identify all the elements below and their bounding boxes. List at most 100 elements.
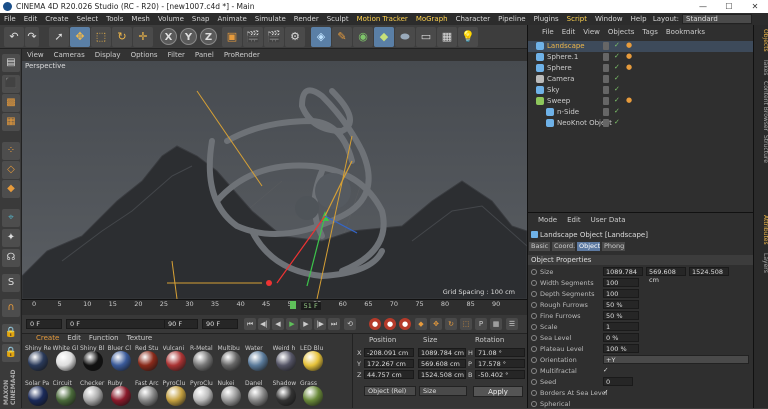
y-axis-lock-icon[interactable]: Y: [180, 28, 197, 45]
select-cursor-icon[interactable]: ➚: [49, 27, 69, 47]
redo-icon[interactable]: ↷: [25, 27, 39, 47]
material-swatch[interactable]: Grass: [300, 380, 326, 408]
menu-file[interactable]: File: [0, 15, 20, 23]
coord-h-rotation[interactable]: 71.08 °: [475, 348, 525, 357]
layer-flag-icon[interactable]: [603, 53, 609, 61]
texture-mode-icon[interactable]: ▩: [2, 94, 20, 112]
enabled-check-icon[interactable]: ✓: [614, 52, 620, 60]
viewport-menu-cameras[interactable]: Cameras: [49, 51, 90, 59]
attr-menu-edit[interactable]: Edit: [562, 216, 586, 226]
property-anim-dot[interactable]: [531, 335, 537, 341]
property-anim-dot[interactable]: [531, 291, 537, 297]
coord-z-size[interactable]: 1524.508 cm: [418, 370, 466, 379]
timeline-window-icon[interactable]: ☰: [506, 318, 518, 330]
vtab-layers[interactable]: Layers: [754, 253, 768, 273]
material-swatch[interactable]: Vulcani: [163, 345, 189, 373]
menu-render[interactable]: Render: [290, 15, 323, 23]
next-frame-icon[interactable]: ▶: [300, 318, 312, 330]
mat-menu-edit[interactable]: Edit: [63, 334, 85, 344]
seed-field[interactable]: 0: [603, 377, 633, 386]
enable-axis-icon[interactable]: ⌖: [2, 209, 20, 227]
undo-icon[interactable]: ↶: [4, 27, 24, 47]
render-view-icon[interactable]: 🎬: [243, 27, 263, 47]
workplane-mode-icon[interactable]: ▦: [2, 113, 20, 131]
mat-menu-create[interactable]: Create: [22, 334, 63, 344]
enabled-check-icon[interactable]: ✓: [614, 85, 620, 93]
tab-basic[interactable]: Basic: [529, 242, 550, 251]
layer-flag-icon[interactable]: [603, 75, 609, 83]
material-swatch[interactable]: R-Metal: [190, 345, 216, 373]
material-swatch[interactable]: Ruby: [108, 380, 134, 408]
layer-flag-icon[interactable]: [603, 42, 609, 50]
menu-mesh[interactable]: Mesh: [127, 15, 153, 23]
move-tool-icon[interactable]: ✥: [70, 27, 90, 47]
enabled-check-icon[interactable]: ✓: [614, 41, 620, 49]
coord-x-position[interactable]: -208.091 cm: [364, 348, 414, 357]
x-axis-lock-icon[interactable]: X: [160, 28, 177, 45]
vtab-content-browser[interactable]: Content Browser: [754, 81, 768, 131]
object-row[interactable]: n-Side ✓: [528, 107, 754, 118]
key-position-icon[interactable]: ✥: [430, 318, 442, 330]
viewport-menu-prorender[interactable]: ProRender: [219, 51, 265, 59]
vtab-structure[interactable]: Structure: [754, 135, 768, 163]
material-swatch[interactable]: Weird h: [273, 345, 299, 373]
render-settings-icon[interactable]: ⚙: [285, 27, 305, 47]
multifractal-checkbox[interactable]: ✓: [603, 366, 608, 374]
apply-button[interactable]: Apply: [473, 386, 523, 397]
obj-menu-bookmarks[interactable]: Bookmarks: [662, 28, 709, 38]
mat-menu-function[interactable]: Function: [85, 334, 123, 344]
material-swatch[interactable]: Nukei: [218, 380, 244, 408]
menu-character[interactable]: Character: [452, 15, 495, 23]
points-mode-icon[interactable]: ⁘: [2, 142, 20, 160]
material-swatch[interactable]: White Gl: [53, 345, 79, 373]
material-swatch[interactable]: Checker: [80, 380, 106, 408]
material-swatch[interactable]: PyroClu: [163, 380, 189, 408]
material-swatch[interactable]: LED Blu: [300, 345, 326, 373]
viewport-menu-display[interactable]: Display: [90, 51, 126, 59]
playhead-marker[interactable]: [289, 301, 296, 309]
layer-flag-icon[interactable]: [603, 86, 609, 94]
key-rotation-icon[interactable]: ↻: [445, 318, 457, 330]
enabled-check-icon[interactable]: ✓: [614, 96, 620, 104]
menu-volume[interactable]: Volume: [154, 15, 188, 23]
material-swatch[interactable]: Circuit: [53, 380, 79, 408]
material-swatch[interactable]: Shadow: [273, 380, 299, 408]
property-anim-dot[interactable]: [531, 280, 537, 286]
record-position-icon[interactable]: ●: [369, 318, 381, 330]
locked-icon[interactable]: 🔒: [2, 344, 20, 362]
property-value[interactable]: 1: [603, 322, 639, 331]
menu-script[interactable]: Script: [563, 15, 591, 23]
property-value[interactable]: 0 %: [603, 333, 639, 342]
play-icon[interactable]: ▶: [286, 318, 298, 330]
rotate-tool-icon[interactable]: ↻: [112, 27, 132, 47]
object-row[interactable]: Sweep ✓ ●: [528, 96, 754, 107]
close-button[interactable]: ✕: [742, 0, 768, 13]
prev-frame-icon[interactable]: ◀: [272, 318, 284, 330]
property-value[interactable]: 100: [603, 278, 639, 287]
material-swatch[interactable]: Red Stu: [135, 345, 161, 373]
property-anim-dot[interactable]: [531, 324, 537, 330]
layer-flag-icon[interactable]: [603, 108, 609, 116]
camera-icon[interactable]: ▭: [416, 27, 436, 47]
tab-coord[interactable]: Coord.: [552, 242, 575, 251]
snap-icon[interactable]: S: [2, 274, 20, 292]
coord-x-size[interactable]: 1089.784 cm: [418, 348, 466, 357]
layer-flag-icon[interactable]: [603, 119, 609, 127]
model-mode-icon[interactable]: ⬛: [2, 75, 20, 93]
menu-select[interactable]: Select: [73, 15, 103, 23]
menu-edit[interactable]: Edit: [20, 15, 42, 23]
goto-start-icon[interactable]: ⏮: [244, 318, 256, 330]
spherical-anim-dot[interactable]: [531, 401, 537, 407]
coord-p-rotation[interactable]: 17.578 °: [475, 359, 525, 368]
property-value[interactable]: 100 %: [603, 344, 639, 353]
property-value[interactable]: 50 %: [603, 300, 639, 309]
material-swatch[interactable]: Bluer Cl: [108, 345, 134, 373]
deformer-icon[interactable]: ◆: [374, 27, 394, 47]
object-row[interactable]: Sphere.1 ✓ ●: [528, 52, 754, 63]
material-swatch[interactable]: Multibu: [218, 345, 244, 373]
layer-flag-icon[interactable]: [603, 97, 609, 105]
object-row[interactable]: Landscape ✓ ●: [528, 41, 754, 52]
viewport-menu-panel[interactable]: Panel: [190, 51, 219, 59]
material-swatch[interactable]: Shiny Re: [25, 345, 51, 373]
vtab-attributes[interactable]: Attributes: [754, 215, 768, 245]
